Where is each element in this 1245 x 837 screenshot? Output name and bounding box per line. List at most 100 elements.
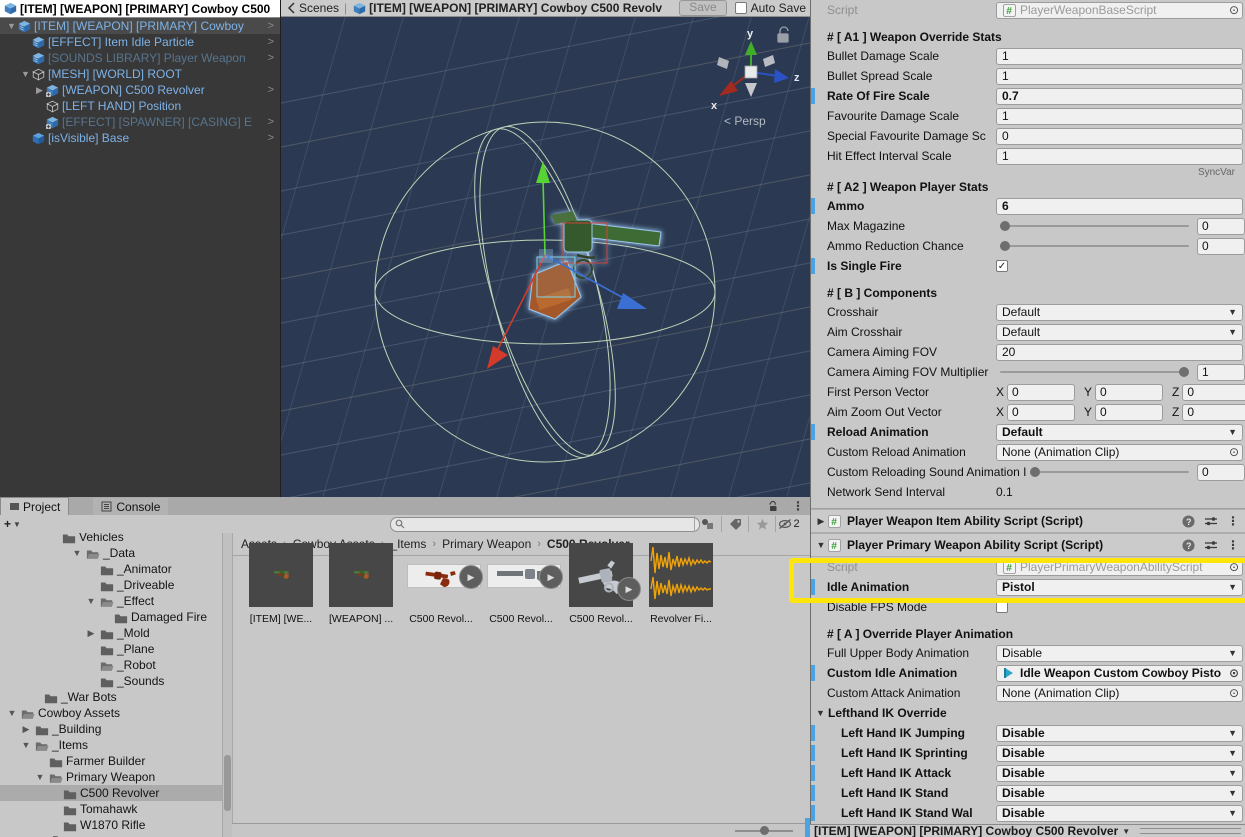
dropdown-left-hand-ik-attack[interactable]: Disable ▼ (996, 764, 1243, 782)
asset-c500-revol-3[interactable]: ▶ C500 Revol... (487, 543, 563, 625)
project-search-field[interactable] (390, 516, 700, 532)
search-input[interactable] (408, 518, 695, 530)
component-header-player-weapon-item-ability-script-script[interactable]: ▶ # Player Weapon Item Ability Script (Scr… (811, 509, 1245, 533)
foldout-closed-icon[interactable]: ▶ (34, 85, 45, 96)
vector-field-y[interactable]: 0 (1095, 403, 1164, 421)
filter-by-label-icon[interactable] (721, 516, 748, 532)
text-field-special-favourite-damage-sc[interactable]: 0 (996, 127, 1243, 145)
foldout-open-icon[interactable]: ▼ (815, 540, 827, 550)
dropdown-crosshair[interactable]: Default ▼ (996, 303, 1243, 321)
foldout-open-icon[interactable]: ▼ (21, 740, 31, 750)
dropdown-full-upper-body-animation[interactable]: Disable ▼ (996, 644, 1243, 662)
prefab-mode-header[interactable]: [ITEM] [WEAPON] [PRIMARY] Cowboy C500 (0, 0, 280, 18)
foldout-open-icon[interactable]: ▼ (6, 21, 17, 31)
slider-value-custom-reloading-sound-animation-i[interactable]: 0 (1197, 463, 1245, 481)
foldout-open-icon[interactable]: ▼ (7, 708, 17, 718)
vector-field-z[interactable]: 0 (1182, 403, 1245, 421)
asset-weapon-1[interactable]: [WEAPON] ... (329, 543, 393, 625)
hierarchy-item-sounds-library-player-weapon[interactable]: [SOUNDS LIBRARY] Player Weapon > (0, 50, 280, 66)
tree-item-war-bots[interactable]: _War Bots (0, 689, 222, 705)
back-arrow-icon[interactable] (285, 1, 299, 15)
foldout-lefthand-ik-override[interactable]: ▼ Lefthand IK Override (811, 703, 1245, 723)
kebab-menu-icon[interactable]: ⋮ (1227, 538, 1239, 552)
hierarchy-item-mesh-world-root[interactable]: ▼ [MESH] [WORLD] ROOT (0, 66, 280, 82)
text-field-bullet-spread-scale[interactable]: 1 (996, 67, 1243, 85)
object-field-custom-idle-animation[interactable]: Idle Weapon Custom Cowboy Pisto ⊙ (996, 664, 1243, 682)
tab-console[interactable]: Console (93, 498, 169, 515)
foldout-open-icon[interactable]: ▼ (35, 772, 45, 782)
auto-save-checkbox[interactable] (734, 2, 747, 14)
hierarchy-item-effect-item-idle-particle[interactable]: [EFFECT] Item Idle Particle > (0, 34, 280, 50)
tree-item-c500-revolver[interactable]: C500 Revolver (0, 785, 222, 801)
slider-knob[interactable] (1000, 221, 1010, 231)
chevron-right-icon[interactable]: > (268, 132, 274, 144)
slider-knob[interactable] (1000, 241, 1010, 251)
vector-field-y[interactable]: 0 (1095, 383, 1164, 401)
play-preview-icon[interactable]: ▶ (617, 577, 641, 601)
dropdown-left-hand-ik-sprinting[interactable]: Disable ▼ (996, 744, 1243, 762)
tree-item-primary-weapon[interactable]: ▼ Primary Weapon (0, 769, 222, 785)
hierarchy-item-left-hand-position[interactable]: [LEFT HAND] Position (0, 98, 280, 114)
tab-project[interactable]: Project (0, 497, 70, 515)
object-field-custom-attack-animation[interactable]: None (Animation Clip) ⊙ (996, 684, 1243, 702)
dropdown-left-hand-ik-stand[interactable]: Disable ▼ (996, 784, 1243, 802)
favorites-star-icon[interactable] (748, 516, 775, 532)
slider-max-magazine[interactable] (1000, 221, 1189, 231)
vector-field-x[interactable]: 0 (1007, 403, 1076, 421)
foldout-open-icon[interactable]: ▼ (72, 548, 82, 558)
foldout-open-icon[interactable]: ▼ (86, 596, 96, 606)
unlock-icon[interactable] (766, 499, 780, 513)
slider-knob[interactable] (1179, 367, 1189, 377)
tree-item-w1870-rifle[interactable]: W1870 Rifle (0, 817, 222, 833)
text-field-ammo[interactable]: 6 (996, 197, 1243, 215)
slider-camera-aiming-fov-multiplier[interactable] (1000, 367, 1189, 377)
chevron-right-icon[interactable]: > (268, 84, 274, 96)
thumbnail-size-knob[interactable] (760, 826, 769, 835)
vector-field-x[interactable]: 0 (1007, 383, 1076, 401)
vector-field-z[interactable]: 0 (1182, 383, 1245, 401)
tree-item-mold[interactable]: ▶ _Mold (0, 625, 222, 641)
object-picker-icon[interactable]: ⊙ (1229, 561, 1239, 573)
foldout-open-icon[interactable]: ▼ (815, 708, 826, 718)
hidden-count-toggle[interactable]: 2 (775, 516, 802, 532)
component-header-player-primary-weapon-ability-script-script[interactable]: ▼ # Player Primary Weapon Ability Script (… (811, 533, 1245, 557)
slider-value-camera-aiming-fov-multiplier[interactable]: 1 (1197, 363, 1245, 381)
object-field-script[interactable]: # PlayerWeaponBaseScript ⊙ (996, 1, 1243, 19)
tree-scrollbar-thumb[interactable] (224, 755, 231, 811)
tree-item-vehicles[interactable]: Vehicles (0, 533, 222, 545)
object-picker-icon[interactable]: ⊙ (1229, 4, 1239, 16)
tree-item-animator[interactable]: _Animator (0, 561, 222, 577)
tree-item-cowboy-assets[interactable]: ▼ Cowboy Assets (0, 705, 222, 721)
panel-menu-icon[interactable]: ⋮ (792, 499, 804, 513)
hierarchy-item-item-weapon-primary-cowboy[interactable]: ▼ [ITEM] [WEAPON] [PRIMARY] Cowboy > (0, 18, 280, 34)
foldout-closed-icon[interactable]: ▶ (815, 516, 827, 527)
tree-item-driveable[interactable]: _Driveable (0, 577, 222, 593)
slider-value-max-magazine[interactable]: 0 (1197, 217, 1245, 235)
assetbundle-bar[interactable]: [ITEM] [WEAPON] [PRIMARY] Cowboy C500 Re… (810, 824, 1245, 837)
tree-item-tomahawk[interactable]: Tomahawk (0, 801, 222, 817)
persp-label[interactable]: < Persp (724, 114, 766, 128)
object-field-script[interactable]: # PlayerPrimaryWeaponAbilityScript ⊙ (996, 558, 1243, 576)
slider-knob[interactable] (1030, 467, 1041, 477)
hierarchy-item-effect-spawner-casing-e[interactable]: [EFFECT] [SPAWNER] [CASING] E > (0, 114, 280, 130)
tree-item-prop[interactable]: ▶Prop (0, 833, 222, 837)
tree-item-items[interactable]: ▼ _Items (0, 737, 222, 753)
dropdown-left-hand-ik-stand-wal[interactable]: Disable ▼ (996, 804, 1243, 822)
asset-c500-revol-2[interactable]: ▶ C500 Revol... (407, 543, 483, 625)
kebab-menu-icon[interactable]: ⋮ (1227, 514, 1239, 528)
foldout-closed-icon[interactable]: ▶ (21, 724, 31, 735)
dropdown-idle-animation[interactable]: Pistol ▼ (996, 578, 1243, 596)
asset-revolver-fi-5[interactable]: Revolver Fi... (649, 543, 713, 625)
checkbox-disable-fps-mode[interactable] (996, 601, 1008, 613)
object-picker-icon[interactable]: ⊙ (1229, 687, 1239, 699)
play-preview-icon[interactable]: ▶ (459, 565, 483, 589)
foldout-closed-icon[interactable]: ▶ (86, 628, 96, 639)
checkbox-is-single-fire[interactable]: ✓ (996, 260, 1008, 272)
play-preview-icon[interactable]: ▶ (539, 565, 563, 589)
asset-item-we-0[interactable]: [ITEM] [WE... (249, 543, 313, 625)
chevron-right-icon[interactable]: > (268, 20, 274, 32)
tree-item-plane[interactable]: _Plane (0, 641, 222, 657)
slider-ammo-reduction-chance[interactable] (1000, 241, 1189, 251)
hierarchy-item-weapon-c500-revolver[interactable]: ▶ [WEAPON] C500 Revolver > (0, 82, 280, 98)
tree-item-robot[interactable]: _Robot (0, 657, 222, 673)
